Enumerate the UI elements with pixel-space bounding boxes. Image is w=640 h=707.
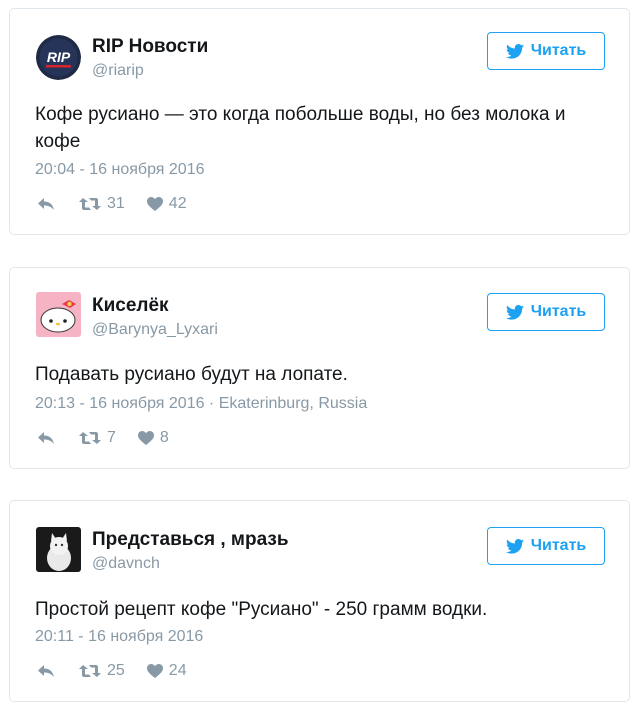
like-count: 24 <box>168 662 187 679</box>
tweet-text: Подавать русиано будут на лопате. <box>35 364 348 385</box>
bird-icon <box>505 43 524 59</box>
retweet-count: 7 <box>107 429 116 446</box>
retweet-button[interactable]: 25 <box>79 662 125 680</box>
reply-icon <box>37 431 55 445</box>
tweet-text: Кофе русиано — это когда побольше воды, … <box>35 104 566 152</box>
tweet-timestamp[interactable]: 20:13 - 16 ноября 2016 · Ekaterinburg, R… <box>35 395 367 413</box>
heart-icon <box>146 664 163 678</box>
avatar-logo-text: RIP <box>47 49 71 65</box>
avatar[interactable]: RIP <box>36 35 81 80</box>
like-button[interactable]: 8 <box>137 429 169 447</box>
follow-button-label: Читать <box>530 42 587 59</box>
follow-button[interactable]: Читать <box>487 527 605 565</box>
user-handle[interactable]: @Barynya_Lyxari <box>92 321 218 339</box>
bird-icon <box>505 304 524 320</box>
like-button[interactable]: 42 <box>146 195 187 213</box>
tweet-card: Представься , мразь @davnch Читать Прост… <box>9 500 630 702</box>
display-name[interactable]: RIP Новости <box>92 36 208 58</box>
tweet-timestamp[interactable]: 20:11 - 16 ноября 2016 <box>35 628 203 646</box>
tweet-card: Киселёк @Barynya_Lyxari Читать Подавать … <box>9 267 630 469</box>
reply-button[interactable] <box>37 197 55 211</box>
display-name[interactable]: Киселёк <box>92 295 169 317</box>
reply-icon <box>37 664 55 678</box>
reply-button[interactable] <box>37 431 55 445</box>
reply-icon <box>37 197 55 211</box>
avatar[interactable] <box>36 292 81 337</box>
like-count: 8 <box>159 429 169 446</box>
follow-button[interactable]: Читать <box>487 32 605 70</box>
tweet-actions: 7 8 <box>37 429 169 447</box>
like-button[interactable]: 24 <box>146 662 187 680</box>
retweet-icon <box>79 664 101 678</box>
user-handle[interactable]: @davnch <box>92 555 160 573</box>
user-handle[interactable]: @riarip <box>92 62 144 80</box>
retweet-button[interactable]: 7 <box>79 429 116 447</box>
heart-icon <box>146 197 163 211</box>
tweet-actions: 25 24 <box>37 662 187 680</box>
display-name[interactable]: Представься , мразь <box>92 529 289 551</box>
bird-icon <box>505 538 524 554</box>
avatar[interactable] <box>36 527 81 572</box>
like-count: 42 <box>168 195 187 212</box>
follow-button-label: Читать <box>530 537 587 554</box>
retweet-icon <box>79 197 101 211</box>
retweet-count: 25 <box>107 662 125 679</box>
tweet-timestamp[interactable]: 20:04 - 16 ноября 2016 <box>35 161 204 179</box>
retweet-button[interactable]: 31 <box>79 195 125 213</box>
tweet-card: RIP RIP Новости @riarip Читать Кофе руси… <box>9 8 630 235</box>
retweet-count: 31 <box>107 195 125 212</box>
follow-button-label: Читать <box>530 303 587 320</box>
follow-button[interactable]: Читать <box>487 293 605 331</box>
heart-icon <box>137 431 154 445</box>
retweet-icon <box>79 431 101 445</box>
tweet-actions: 31 42 <box>37 195 187 213</box>
tweet-text: Простой рецепт кофе "Русиано" - 250 грам… <box>35 599 488 620</box>
reply-button[interactable] <box>37 664 55 678</box>
